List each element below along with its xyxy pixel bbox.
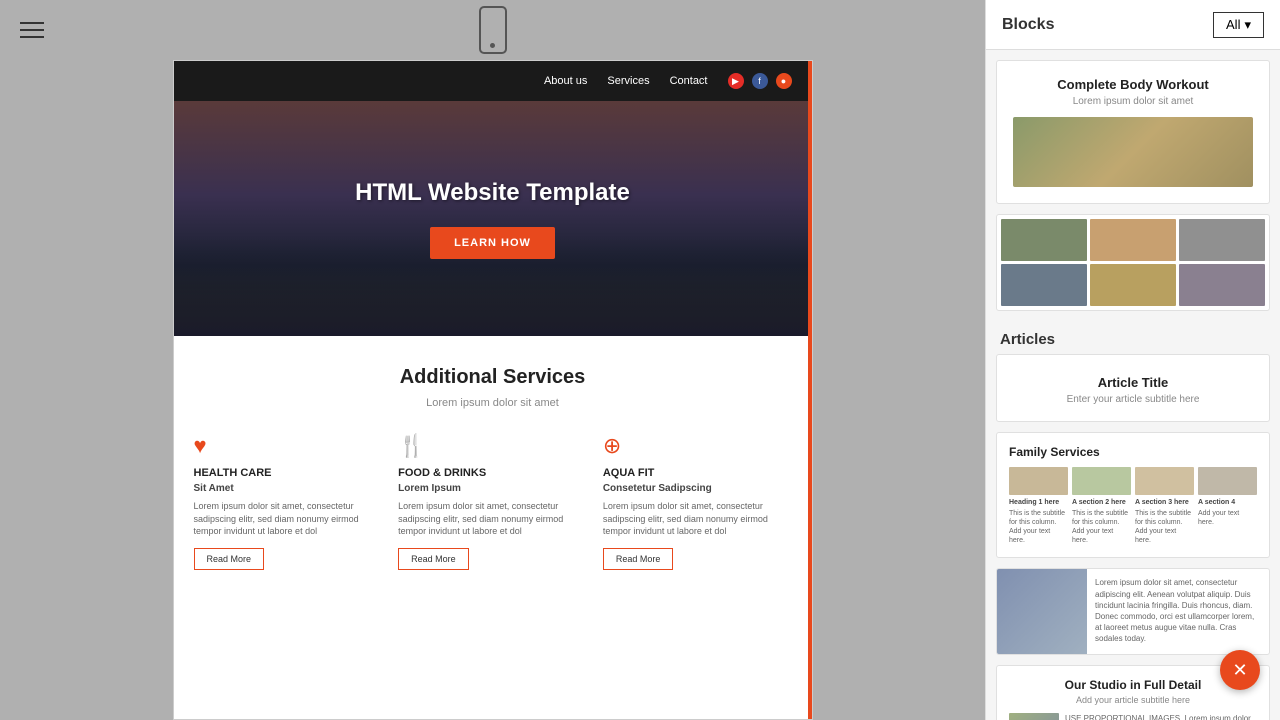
photo-grid [1001, 219, 1265, 306]
family-col-1: Heading 1 here This is the subtitle for … [1009, 467, 1068, 545]
article-title-content: Article Title Enter your article subtitl… [997, 355, 1269, 421]
service-tagline-aqua: Consetetur Sadipscing [603, 483, 792, 494]
family-col-4: A section 4 Add your text here. [1198, 467, 1257, 545]
editor-area: About us Services Contact ▶ f ● HTML Web… [0, 0, 985, 720]
photo-cell-1 [1001, 219, 1087, 261]
service-name-aqua: AQUA FIT [603, 467, 792, 479]
family-col-text-3: This is the subtitle for this column. Ad… [1135, 509, 1194, 545]
block-card-body-workout[interactable]: Complete Body Workout Lorem ipsum dolor … [996, 60, 1270, 204]
photo-cell-6 [1179, 264, 1265, 306]
service-tagline-food: Lorem Ipsum [398, 483, 587, 494]
close-fab-button[interactable]: ✕ [1220, 650, 1260, 690]
youtube-icon[interactable]: ▶ [728, 73, 744, 89]
service-item-healthcare: ♥ HEALTH CARE Sit Amet Lorem ipsum dolor… [194, 433, 383, 570]
family-col-text-2: This is the subtitle for this column. Ad… [1072, 509, 1131, 545]
yoga-content: Lorem ipsum dolor sit amet, consectetur … [997, 569, 1269, 654]
studio-desc: USE PROPORTIONAL IMAGES. Lorem ipsum dol… [1065, 713, 1257, 720]
service-tagline-healthcare: Sit Amet [194, 483, 383, 494]
facebook-icon[interactable]: f [752, 73, 768, 89]
family-col-img-3 [1135, 467, 1194, 495]
services-grid: ♥ HEALTH CARE Sit Amet Lorem ipsum dolor… [194, 433, 792, 570]
services-title: Additional Services [194, 366, 792, 389]
family-col-title-3: A section 3 here [1135, 498, 1194, 507]
read-more-aqua[interactable]: Read More [603, 548, 674, 570]
editor-topbar [0, 0, 985, 60]
all-label: All [1226, 17, 1240, 32]
hamburger-menu[interactable] [20, 22, 44, 38]
phone-dot [490, 43, 495, 48]
family-col-title-2: A section 2 here [1072, 498, 1131, 507]
yoga-text: Lorem ipsum dolor sit amet, consectetur … [1087, 569, 1269, 654]
panel-header: Blocks All ▾ [986, 0, 1280, 50]
studio-title: Our Studio in Full Detail [1009, 678, 1257, 692]
service-name-food: FOOD & DRINKS [398, 467, 587, 479]
mobile-preview-toggle[interactable] [479, 6, 507, 54]
other-social-icon[interactable]: ● [776, 73, 792, 89]
studio-image [1009, 713, 1059, 720]
block-card-article-title[interactable]: Article Title Enter your article subtitl… [996, 354, 1270, 422]
nav-contact[interactable]: Contact [670, 75, 708, 87]
studio-subtitle: Add your article subtitle here [1009, 695, 1257, 705]
food-icon: 🍴 [398, 433, 587, 459]
family-col-2: A section 2 here This is the subtitle fo… [1072, 467, 1131, 545]
site-nav: About us Services Contact ▶ f ● [174, 61, 812, 101]
photo-cell-2 [1090, 219, 1176, 261]
body-workout-subtitle: Lorem ipsum dolor sit amet [1013, 96, 1253, 107]
article-title-subtitle: Enter your article subtitle here [1013, 394, 1253, 405]
family-services-title: Family Services [1009, 445, 1257, 459]
right-panel: Blocks All ▾ Complete Body Workout Lorem… [985, 0, 1280, 720]
article-title-heading: Article Title [1013, 375, 1253, 390]
panel-content: Complete Body Workout Lorem ipsum dolor … [986, 50, 1280, 720]
family-col-title-4: A section 4 [1198, 498, 1257, 507]
photo-cell-3 [1179, 219, 1265, 261]
aqua-icon: ⊕ [603, 433, 792, 459]
website-preview: About us Services Contact ▶ f ● HTML Web… [173, 60, 813, 720]
block-card-photo-grid[interactable] [996, 214, 1270, 311]
block-card-family-services[interactable]: Family Services Heading 1 here This is t… [996, 432, 1270, 558]
body-workout-title: Complete Body Workout [1013, 77, 1253, 92]
body-workout-content: Complete Body Workout Lorem ipsum dolor … [997, 61, 1269, 203]
service-name-healthcare: HEALTH CARE [194, 467, 383, 479]
block-card-yoga[interactable]: Lorem ipsum dolor sit amet, consectetur … [996, 568, 1270, 655]
panel-title: Blocks [1002, 16, 1054, 34]
studio-bottom: USE PROPORTIONAL IMAGES. Lorem ipsum dol… [1009, 713, 1257, 720]
photo-cell-4 [1001, 264, 1087, 306]
articles-section-label: Articles [996, 321, 1270, 354]
read-more-healthcare[interactable]: Read More [194, 548, 265, 570]
read-more-food[interactable]: Read More [398, 548, 469, 570]
chevron-down-icon: ▾ [1244, 17, 1251, 33]
nav-services[interactable]: Services [607, 75, 649, 87]
family-col-img-4 [1198, 467, 1257, 495]
service-desc-aqua: Lorem ipsum dolor sit amet, consectetur … [603, 500, 792, 538]
hero-title: HTML Website Template [355, 179, 630, 207]
body-workout-image [1013, 117, 1253, 187]
family-cols: Heading 1 here This is the subtitle for … [1009, 467, 1257, 545]
hero-section: HTML Website Template LEARN HOW [174, 101, 812, 336]
phone-icon [479, 6, 507, 54]
service-item-aqua: ⊕ AQUA FIT Consetetur Sadipscing Lorem i… [603, 433, 792, 570]
services-section: Additional Services Lorem ipsum dolor si… [174, 336, 812, 590]
service-desc-food: Lorem ipsum dolor sit amet, consectetur … [398, 500, 587, 538]
family-col-title-1: Heading 1 here [1009, 498, 1068, 507]
heart-icon: ♥ [194, 433, 383, 459]
family-col-text-1: This is the subtitle for this column. Ad… [1009, 509, 1068, 545]
all-dropdown-button[interactable]: All ▾ [1213, 12, 1264, 38]
photo-cell-5 [1090, 264, 1176, 306]
family-col-text-4: Add your text here. [1198, 509, 1257, 527]
learn-how-button[interactable]: LEARN HOW [430, 227, 555, 259]
social-icons: ▶ f ● [728, 73, 792, 89]
yoga-image [997, 569, 1087, 654]
family-col-img-2 [1072, 467, 1131, 495]
services-subtitle: Lorem ipsum dolor sit amet [194, 397, 792, 409]
workout-person-image [1013, 117, 1253, 187]
nav-about[interactable]: About us [544, 75, 587, 87]
family-col-img-1 [1009, 467, 1068, 495]
family-col-3: A section 3 here This is the subtitle fo… [1135, 467, 1194, 545]
service-item-food: 🍴 FOOD & DRINKS Lorem Ipsum Lorem ipsum … [398, 433, 587, 570]
photo-grid-content [997, 215, 1269, 310]
family-services-content: Family Services Heading 1 here This is t… [997, 433, 1269, 557]
preview-border [808, 61, 812, 719]
service-desc-healthcare: Lorem ipsum dolor sit amet, consectetur … [194, 500, 383, 538]
